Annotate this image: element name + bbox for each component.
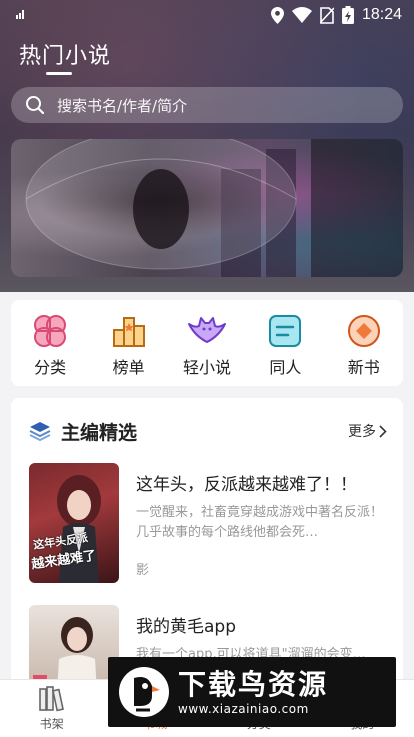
nav-label: 书架 [39,717,64,731]
book-cover [29,605,119,688]
book-title: 我的黄毛app [136,617,236,637]
location-icon [270,6,284,24]
ranking-icon [112,317,145,347]
category-light-novel[interactable]: 轻小说 [172,300,242,378]
battery-charging-icon [341,6,354,24]
banner-image[interactable] [11,139,403,277]
books-stack-icon [29,421,51,441]
umbrella-art [25,139,297,270]
search-placeholder: 搜索书名/作者/简介 [57,96,188,115]
category-label: 轻小说 [182,358,231,377]
search-bar[interactable]: 搜索书名/作者/简介 [11,87,403,123]
clover-icon [34,315,67,347]
category-label: 分类 [34,358,67,377]
section-header: 主编精选 [29,418,137,445]
section-title: 主编精选 [61,422,138,444]
more-label: 更多 [348,424,376,440]
status-time: 18:24 [361,6,402,23]
wifi-icon [291,7,312,23]
card-icon [269,315,302,347]
category-label: 榜单 [112,358,145,377]
diamond-icon [347,315,380,347]
book-author: 影 [136,563,150,578]
watermark-overlay: 下载鸟资源 www.xiazainiao.com [108,657,396,727]
nav-bookshelf[interactable]: 书架 [12,680,92,737]
category-classify[interactable]: 分类 [15,300,85,378]
search-icon [26,96,45,115]
book-title: 这年头，反派越来越难了！！ [136,475,357,495]
chevron-right-icon [379,424,387,438]
watermark-url: www.xiazainiao.com [178,702,309,716]
title-indicator [46,72,72,75]
book-item[interactable]: 这年头反派 越来越难了 这年头，反派越来越难了！！ 一觉醒来，社畜竟穿越成游戏中… [29,463,389,583]
category-label: 同人 [269,358,302,377]
bird-logo-icon [119,667,169,717]
page-title: 热门小说 [19,44,112,69]
category-shortcuts: 分类 榜单 轻小说 同人 新书 [11,300,403,386]
book-cover: 这年头反派 越来越难了 [29,463,119,583]
featured-section: 主编精选 更多 这年头反派 越来越难了 这年头，反派越来越难了！！ 一觉醒来，社… [11,398,403,688]
bookshelf-icon [38,686,64,712]
category-label: 新书 [347,358,380,377]
book-description: 一觉醒来，社畜竟穿越成游戏中著名反派！几乎故事的每个路线他都会死… [136,505,384,540]
watermark-title: 下载鸟资源 [178,668,329,701]
cover-art [33,617,97,688]
category-ranking[interactable]: 榜单 [94,300,164,378]
category-new-books[interactable]: 新书 [329,300,399,378]
category-fanfic[interactable]: 同人 [250,300,320,378]
status-bar: 18:24 [0,0,414,30]
no-sim-icon [319,6,334,24]
more-link[interactable]: 更多 [348,421,387,441]
bat-icon [187,317,226,343]
signal-icon [16,10,24,19]
